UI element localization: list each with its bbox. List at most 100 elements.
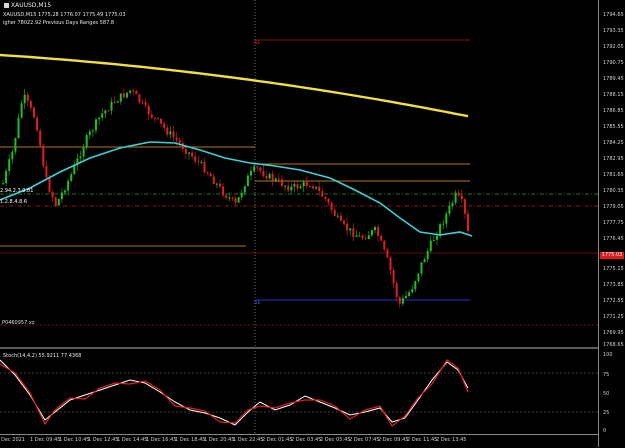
candle-body (163, 123, 166, 128)
price-tick: 1779.05 (603, 204, 624, 210)
candle-body (256, 166, 259, 168)
candle-body (197, 161, 200, 163)
time-tick: 1 Dec 09:45 (30, 437, 61, 443)
candle-body (39, 130, 42, 146)
candle-body (305, 181, 308, 187)
candle-body (45, 165, 48, 178)
candle-body (116, 101, 119, 103)
candle-body (467, 213, 469, 232)
candle-body (460, 195, 463, 200)
candle-body (194, 156, 197, 162)
candle-body (405, 295, 407, 299)
price-tick: 1776.45 (603, 236, 624, 242)
candle-body (442, 223, 445, 225)
time-tick: 1 Dec 20:45 (204, 437, 235, 443)
candle-body (370, 230, 373, 236)
candle-body (33, 107, 35, 118)
candle-body (234, 198, 237, 203)
candle-body (262, 170, 265, 177)
candle-body (51, 191, 54, 198)
chart-window[interactable]: XAUUSD,M15 XAUUSD,M15 1775.28 1776.07 17… (0, 0, 625, 448)
candle-body (147, 105, 150, 115)
chart-title: XAUUSD,M15 (4, 2, 51, 9)
price-tick: 1777.75 (603, 220, 624, 226)
price-tick: 1790.75 (603, 60, 624, 66)
candle-body (315, 186, 318, 189)
price-tick: 1780.35 (603, 188, 624, 194)
time-axis[interactable]: Dec 2021 1 Dec 09:45 1 Dec 10:45 1 Dec 1… (0, 434, 598, 448)
candle-body (122, 93, 125, 98)
price-chart[interactable] (0, 0, 598, 447)
candle-body (2, 183, 4, 185)
candle-body (215, 183, 218, 185)
candle-body (144, 102, 147, 106)
candle-body (432, 239, 435, 241)
time-tick: 1 Dec 14:45 (117, 437, 148, 443)
indicator-tick: 75 (603, 372, 610, 378)
grid-lines (0, 0, 598, 434)
candle-body (48, 177, 51, 192)
candlesticks (2, 88, 469, 309)
indicator-tick: 25 (603, 410, 610, 416)
indicator-separator[interactable] (0, 347, 598, 349)
candle-body (281, 179, 283, 186)
candle-body (160, 118, 163, 124)
candle-body (377, 226, 380, 236)
candle-body (336, 215, 339, 217)
level-lines (0, 39, 598, 326)
candle-body (454, 192, 457, 203)
bottom-level-label: P0460957 xz (2, 320, 35, 326)
candle-body (343, 220, 345, 224)
candle-body (386, 249, 389, 258)
candle-body (206, 172, 209, 174)
price-tick: 1786.85 (603, 108, 624, 114)
time-tick: 1 Dec 10:45 (59, 437, 90, 443)
candle-body (339, 215, 342, 221)
candle-body (219, 183, 221, 187)
candle-body (157, 117, 159, 119)
candle-body (67, 180, 70, 191)
candle-body (243, 186, 246, 193)
candle-body (200, 161, 203, 163)
candle-body (237, 197, 240, 203)
time-tick: Dec 2021 (1, 437, 25, 443)
candle-body (172, 131, 175, 138)
candle-body (383, 240, 386, 250)
candle-body (85, 135, 88, 148)
time-tick: 2 Dec 01:45 (262, 437, 293, 443)
price-tick: 1775.15 (603, 266, 624, 272)
candle-body (429, 240, 432, 252)
candle-body (150, 114, 153, 118)
price-axis[interactable]: 1794.65 1793.35 1792.05 1790.75 1789.45 … (598, 0, 625, 447)
candle-body (448, 205, 451, 214)
candle-body (169, 131, 172, 135)
candle-body (380, 235, 383, 241)
candle-body (126, 92, 128, 98)
candle-body (129, 90, 132, 93)
candle-body (82, 147, 85, 157)
pivot-marker-top: S1 (254, 40, 261, 46)
candle-body (358, 235, 361, 237)
fast-moving-average (0, 141, 473, 237)
candle-body (414, 281, 417, 290)
symbol-flag-icon (4, 3, 9, 8)
candle-body (401, 298, 404, 304)
candle-body (451, 202, 454, 206)
candle-body (364, 238, 367, 240)
candle-body (36, 117, 39, 131)
candle-body (113, 101, 116, 103)
candle-body (132, 90, 135, 92)
candle-body (188, 152, 190, 154)
candle-body (367, 235, 370, 240)
candle-body (426, 251, 429, 260)
candle-body (14, 138, 17, 152)
indicator-label: Stoch(14,4,2) 55.9211 77.4368 (3, 353, 82, 359)
time-tick: 2 Dec 07:45 (349, 437, 380, 443)
candle-body (312, 186, 314, 189)
price-tick: 1772.55 (603, 298, 624, 304)
candle-body (119, 93, 122, 102)
indicator-tick: 100 (603, 352, 613, 358)
candle-body (287, 185, 290, 191)
price-tick: 1794.65 (603, 12, 624, 18)
time-tick: 2 Dec 13:45 (436, 437, 467, 443)
